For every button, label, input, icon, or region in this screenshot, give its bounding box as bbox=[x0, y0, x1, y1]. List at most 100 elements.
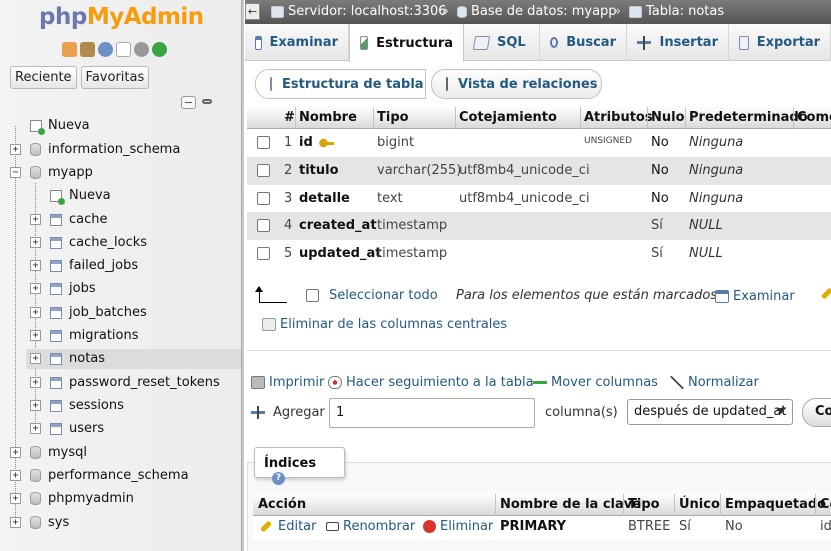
tab-browse[interactable]: Examinar bbox=[245, 24, 349, 61]
expand-icon[interactable]: + bbox=[30, 237, 41, 248]
phpmyadmin-logo[interactable]: phpMyAdmin bbox=[39, 4, 204, 30]
index-edit-button[interactable]: Editar bbox=[259, 519, 317, 534]
column-default: NULL bbox=[689, 246, 723, 261]
header-type[interactable]: Tipo bbox=[377, 110, 409, 125]
link-with-main-icon[interactable] bbox=[200, 96, 215, 109]
index-drop-button[interactable]: Eliminar bbox=[423, 519, 493, 534]
tree-item-information-schema[interactable]: + information_schema bbox=[0, 140, 241, 160]
column-name[interactable]: created_at bbox=[299, 218, 377, 233]
recent-tables-button[interactable]: Reciente bbox=[10, 66, 77, 89]
expand-icon[interactable]: + bbox=[10, 517, 21, 528]
tab-export[interactable]: Exportar bbox=[729, 24, 831, 61]
nav-resize-handle[interactable] bbox=[241, 0, 244, 551]
column-name[interactable]: detalle bbox=[299, 191, 350, 206]
tree-item-sys[interactable]: + sys bbox=[0, 513, 241, 533]
move-columns-button[interactable]: Mover columnas bbox=[533, 375, 658, 390]
help-icon[interactable] bbox=[98, 42, 113, 57]
logout-icon[interactable] bbox=[80, 42, 95, 57]
column-name[interactable]: titulo bbox=[299, 163, 339, 178]
table-icon bbox=[50, 423, 62, 435]
tree-item-table-sessions[interactable]: + sessions bbox=[0, 396, 241, 416]
help-icon[interactable]: ? bbox=[272, 472, 285, 485]
expand-icon[interactable]: + bbox=[30, 283, 41, 294]
expand-icon[interactable]: + bbox=[30, 423, 41, 434]
add-column-position-select[interactable]: después de updated_at bbox=[627, 399, 793, 425]
breadcrumb-database[interactable]: Base de datos: myapp bbox=[457, 4, 617, 19]
index-row: Editar Renombrar Eliminar PRIMARY BTREE … bbox=[253, 516, 831, 540]
tree-item-new-table[interactable]: Nueva bbox=[0, 186, 241, 206]
row-checkbox[interactable] bbox=[257, 219, 270, 232]
tree-item-table-jobs[interactable]: + jobs bbox=[0, 279, 241, 299]
bulk-browse-button[interactable]: Examinar bbox=[715, 289, 795, 304]
tab-search[interactable]: Buscar bbox=[540, 24, 627, 61]
rename-icon bbox=[326, 522, 339, 531]
tree-item-table-notas[interactable]: + notas bbox=[26, 349, 241, 369]
tree-item-performance-schema[interactable]: + performance_schema bbox=[0, 466, 241, 486]
tree-item-table-failed-jobs[interactable]: + failed_jobs bbox=[0, 256, 241, 276]
remove-central-columns-button[interactable]: Eliminar de las columnas centrales bbox=[262, 317, 507, 332]
tree-item-table-job-batches[interactable]: + job_batches bbox=[0, 303, 241, 323]
relation-view-button[interactable]: Vista de relaciones bbox=[431, 69, 602, 99]
expand-icon[interactable]: + bbox=[30, 353, 41, 364]
normalize-button[interactable]: Normalizar bbox=[670, 375, 759, 390]
breadcrumb-database-label: Base de datos: myapp bbox=[471, 4, 617, 19]
header-default[interactable]: Predeterminado bbox=[689, 110, 808, 125]
collapse-all-icon[interactable] bbox=[181, 96, 196, 109]
breadcrumb-server[interactable]: Servidor: localhost:3306 bbox=[271, 4, 447, 19]
add-columns-count-input[interactable]: 1 bbox=[329, 398, 535, 428]
favorite-tables-button[interactable]: Favoritas bbox=[80, 66, 150, 89]
docs-icon[interactable] bbox=[116, 42, 131, 57]
tree-item-myapp[interactable]: − myapp bbox=[0, 163, 241, 183]
track-table-button[interactable]: Hacer seguimiento a la tabla bbox=[328, 375, 534, 390]
add-columns-go-button[interactable]: Continuar bbox=[802, 398, 831, 427]
expand-icon[interactable]: + bbox=[10, 144, 21, 155]
breadcrumb-table[interactable]: Tabla: notas bbox=[629, 4, 724, 19]
expand-icon[interactable]: + bbox=[10, 470, 21, 481]
expand-icon[interactable]: + bbox=[30, 330, 41, 341]
collapse-icon[interactable]: − bbox=[10, 167, 21, 178]
print-button[interactable]: Imprimir bbox=[251, 375, 324, 390]
tab-insert[interactable]: Insertar bbox=[627, 24, 729, 61]
row-checkbox[interactable] bbox=[257, 164, 270, 177]
select-all-label[interactable]: Seleccionar todo bbox=[329, 288, 438, 303]
column-collation: utf8mb4_unicode_ci bbox=[459, 163, 590, 178]
index-rename-button[interactable]: Renombrar bbox=[326, 519, 415, 534]
tree-item-mysql[interactable]: + mysql bbox=[0, 443, 241, 463]
home-icon[interactable] bbox=[62, 42, 77, 57]
header-collation[interactable]: Cotejamiento bbox=[459, 110, 557, 125]
row-checkbox[interactable] bbox=[257, 192, 270, 205]
expand-icon[interactable]: + bbox=[30, 307, 41, 318]
tree-item-table-password-reset-tokens[interactable]: + password_reset_tokens bbox=[0, 373, 241, 393]
row-checkbox[interactable] bbox=[257, 136, 270, 149]
tree-item-table-cache[interactable]: + cache bbox=[0, 210, 241, 230]
header-attributes[interactable]: Atributos bbox=[584, 110, 653, 125]
edit-pencil-icon[interactable] bbox=[820, 287, 831, 300]
column-name[interactable]: id bbox=[299, 135, 334, 150]
header-null[interactable]: Nulo bbox=[651, 110, 685, 125]
tree-item-table-cache-locks[interactable]: + cache_locks bbox=[0, 233, 241, 253]
primary-key-icon bbox=[318, 137, 334, 148]
tree-item-new-database[interactable]: Nueva bbox=[0, 116, 241, 136]
header-comments[interactable]: Comentarios bbox=[797, 110, 831, 125]
tree-item-phpmyadmin[interactable]: + phpmyadmin bbox=[0, 489, 241, 509]
expand-icon[interactable]: + bbox=[30, 214, 41, 225]
expand-icon[interactable]: + bbox=[30, 260, 41, 271]
header-name[interactable]: Nombre bbox=[299, 110, 357, 125]
tab-sql[interactable]: SQL bbox=[464, 24, 540, 61]
reload-icon[interactable] bbox=[152, 42, 167, 57]
tree-item-table-users[interactable]: + users bbox=[0, 419, 241, 439]
row-checkbox[interactable] bbox=[257, 247, 270, 260]
tab-structure[interactable]: Estructura bbox=[349, 24, 464, 62]
settings-icon[interactable] bbox=[134, 42, 149, 57]
back-arrow-icon[interactable]: ← bbox=[245, 3, 260, 20]
expand-icon[interactable]: + bbox=[30, 377, 41, 388]
tree-item-table-migrations[interactable]: + migrations bbox=[0, 326, 241, 346]
table-row: 5 updated_at timestamp Sí NULL bbox=[247, 240, 831, 268]
expand-icon[interactable]: + bbox=[30, 400, 41, 411]
expand-icon[interactable]: + bbox=[10, 493, 21, 504]
select-all-checkbox[interactable] bbox=[306, 289, 319, 302]
expand-icon[interactable]: + bbox=[10, 447, 21, 458]
table-structure-button[interactable]: Estructura de tabla bbox=[255, 69, 426, 99]
database-icon bbox=[30, 469, 41, 482]
column-name[interactable]: updated_at bbox=[299, 246, 381, 261]
